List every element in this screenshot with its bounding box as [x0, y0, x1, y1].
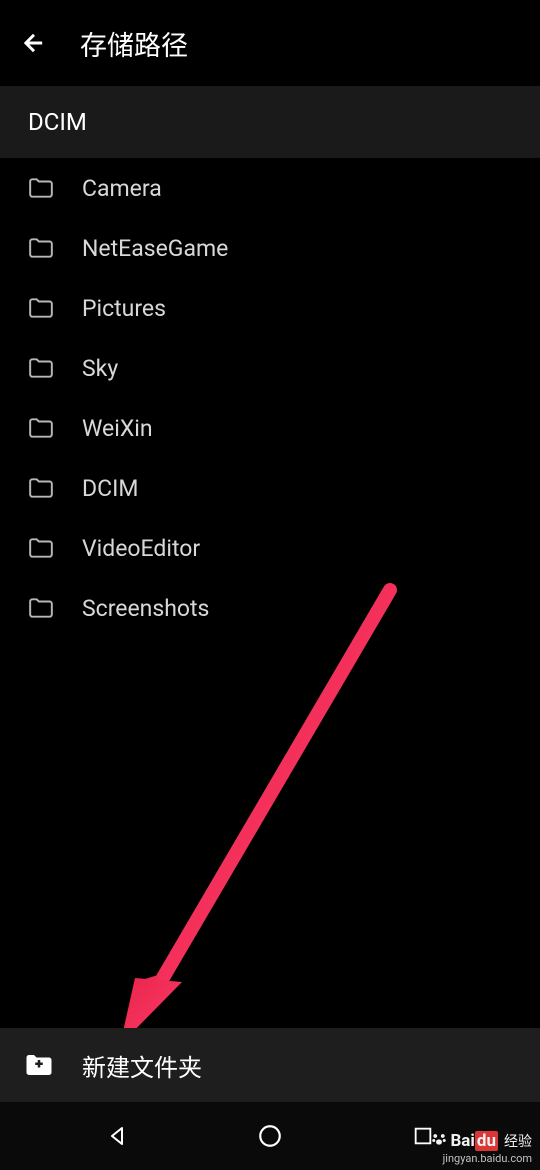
new-folder-plus-icon — [24, 1052, 54, 1078]
folder-icon — [28, 357, 54, 379]
folder-icon — [28, 597, 54, 619]
folder-item-sky[interactable]: Sky — [0, 338, 540, 398]
folder-icon — [28, 477, 54, 499]
watermark-brand: Baidu — [450, 1131, 498, 1151]
folder-label: Screenshots — [82, 595, 209, 622]
new-folder-button[interactable]: 新建文件夹 — [0, 1028, 540, 1102]
folder-label: Pictures — [82, 295, 166, 322]
folder-icon — [28, 237, 54, 259]
folder-item-pictures[interactable]: Pictures — [0, 278, 540, 338]
folder-label: Camera — [82, 175, 162, 202]
folder-icon — [28, 177, 54, 199]
back-arrow-icon — [20, 29, 48, 57]
triangle-back-icon — [105, 1124, 129, 1148]
folder-item-weixin[interactable]: WeiXin — [0, 398, 540, 458]
paw-icon — [430, 1130, 448, 1152]
watermark: Baidu 经验 jingyan.baidu.com — [430, 1130, 532, 1165]
folder-item-screenshots[interactable]: Screenshots — [0, 578, 540, 638]
breadcrumb[interactable]: DCIM — [0, 86, 540, 158]
page-title: 存储路径 — [80, 24, 188, 63]
folder-item-dcim[interactable]: DCIM — [0, 458, 540, 518]
nav-back-button[interactable] — [40, 1124, 193, 1148]
folder-item-camera[interactable]: Camera — [0, 158, 540, 218]
folder-label: WeiXin — [82, 415, 153, 442]
header-bar: 存储路径 — [0, 0, 540, 86]
folder-label: Sky — [82, 355, 118, 382]
folder-item-videoeditor[interactable]: VideoEditor — [0, 518, 540, 578]
folder-label: VideoEditor — [82, 535, 200, 562]
folder-label: DCIM — [82, 475, 138, 502]
watermark-suffix: 经验 — [504, 1131, 532, 1151]
folder-list: Camera NetEaseGame Pictures Sky WeiXin D… — [0, 158, 540, 638]
nav-home-button[interactable] — [193, 1123, 346, 1149]
folder-item-neteasegame[interactable]: NetEaseGame — [0, 218, 540, 278]
breadcrumb-current: DCIM — [28, 108, 87, 136]
annotation-arrow — [110, 580, 410, 1050]
folder-label: NetEaseGame — [82, 235, 228, 262]
folder-icon — [28, 417, 54, 439]
circle-home-icon — [257, 1123, 283, 1149]
watermark-url: jingyan.baidu.com — [443, 1152, 532, 1165]
new-folder-label: 新建文件夹 — [82, 1048, 202, 1083]
folder-icon — [28, 537, 54, 559]
folder-icon — [28, 297, 54, 319]
back-button[interactable] — [20, 29, 48, 57]
